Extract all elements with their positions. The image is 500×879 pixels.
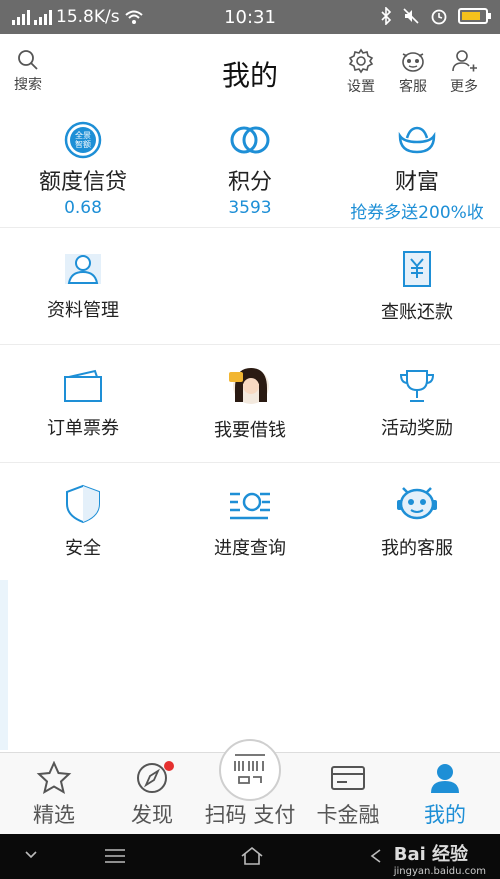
bill-yuan-icon xyxy=(403,251,431,287)
profile-management[interactable]: 资料管理 xyxy=(0,250,166,322)
points-value: 3593 xyxy=(228,198,272,218)
credit-badge-icon: 全景智额 xyxy=(64,121,102,159)
bill-repayment-label: 查账还款 xyxy=(381,302,453,323)
bottom-tab-bar: 精选 发现 扫码 支付 卡金融 我的 xyxy=(0,739,500,834)
alarm-icon xyxy=(431,9,447,25)
gear-icon xyxy=(348,48,374,74)
points-item[interactable]: 积分 3593 xyxy=(167,120,333,218)
progress-inquiry[interactable]: 进度查询 xyxy=(167,486,333,560)
credit-limit-title: 额度信贷 xyxy=(38,170,127,195)
watermark-brand: Bai 经验 xyxy=(393,844,469,865)
progress-search-icon xyxy=(230,492,270,520)
shield-icon xyxy=(66,484,100,524)
tab-featured-label: 精选 xyxy=(33,803,75,827)
tab-card-finance[interactable]: 卡金融 xyxy=(303,761,393,829)
wallet-icon xyxy=(64,369,102,402)
points-rings-icon xyxy=(230,126,270,154)
wealth-item[interactable]: 财富 抢券多送200%收 xyxy=(334,120,500,223)
my-customer-service-label: 我的客服 xyxy=(381,538,453,559)
barcode-icon xyxy=(234,754,265,784)
borrow-avatar-icon xyxy=(229,368,269,404)
tab-card-finance-label: 卡金融 xyxy=(316,803,380,827)
tab-discover[interactable]: 发现 xyxy=(107,761,197,829)
watermark-url: jingyan.baidu.com xyxy=(393,866,486,877)
tab-mine-label: 我的 xyxy=(424,803,466,827)
scan-pay-button[interactable] xyxy=(219,739,281,801)
bill-repayment[interactable]: 查账还款 xyxy=(334,250,500,324)
menu-icon[interactable] xyxy=(104,848,126,864)
progress-inquiry-label: 进度查询 xyxy=(214,538,286,559)
back-icon[interactable] xyxy=(368,848,384,864)
trophy-icon xyxy=(399,370,435,402)
tab-featured[interactable]: 精选 xyxy=(9,761,99,829)
more-label: 更多 xyxy=(450,79,478,95)
status-bar: 15.8K/s 10:31 xyxy=(0,0,500,34)
customer-service-robot-icon xyxy=(397,487,437,520)
card-icon xyxy=(331,766,365,790)
service-label: 客服 xyxy=(399,79,427,95)
notification-dot xyxy=(164,761,174,771)
svg-text:智额: 智额 xyxy=(75,139,91,149)
system-nav-bar: Bai 经验 jingyan.baidu.com xyxy=(0,834,500,879)
my-customer-service[interactable]: 我的客服 xyxy=(334,480,500,560)
points-title: 积分 xyxy=(227,170,272,195)
service-button[interactable]: 客服 xyxy=(391,48,435,96)
orders-tickets-label: 订单票券 xyxy=(47,418,119,439)
gold-ingot-icon xyxy=(398,126,436,154)
divider xyxy=(0,227,500,228)
watermark: Bai 经验 jingyan.baidu.com xyxy=(394,840,486,877)
bluetooth-icon xyxy=(381,7,392,25)
tab-mine[interactable]: 我的 xyxy=(400,761,490,829)
svg-text:全景: 全景 xyxy=(75,130,91,140)
robot-icon xyxy=(402,52,424,72)
borrow-money-label: 我要借钱 xyxy=(214,420,286,441)
settings-label: 设置 xyxy=(347,79,375,95)
more-button[interactable]: 更多 xyxy=(442,48,486,96)
activity-rewards-label: 活动奖励 xyxy=(381,418,453,439)
profile-management-label: 资料管理 xyxy=(47,300,119,321)
chevron-down-icon[interactable] xyxy=(24,848,38,862)
user-icon xyxy=(431,764,459,793)
wealth-title: 财富 xyxy=(394,170,439,195)
tab-scan-pay-label: 扫码 支付 xyxy=(204,803,296,827)
credit-limit-item[interactable]: 全景 智额 额度信贷 0.68 xyxy=(0,120,166,218)
header: 搜索 我的 设置 客服 更多 xyxy=(0,34,500,106)
tab-discover-label: 发现 xyxy=(131,803,173,827)
left-edge-strip xyxy=(0,580,8,750)
tab-scan-pay[interactable]: 扫码 支付 xyxy=(195,799,305,829)
credit-limit-value: 0.68 xyxy=(64,198,102,218)
add-user-icon xyxy=(452,50,477,72)
battery-icon xyxy=(458,8,491,24)
security-label: 安全 xyxy=(65,538,101,559)
mute-icon xyxy=(403,8,419,24)
borrow-money[interactable]: 我要借钱 xyxy=(167,362,333,442)
divider xyxy=(0,344,500,345)
divider xyxy=(0,462,500,463)
settings-button[interactable]: 设置 xyxy=(339,48,383,96)
status-right xyxy=(380,7,491,25)
wealth-value: 抢券多送200%收 xyxy=(350,203,484,223)
star-icon xyxy=(36,761,72,795)
user-profile-icon xyxy=(65,254,101,284)
orders-tickets[interactable]: 订单票券 xyxy=(0,368,166,440)
activity-rewards[interactable]: 活动奖励 xyxy=(334,368,500,440)
summary-row: 全景 智额 额度信贷 0.68 积分 3593 财富 抢券多送200%收 xyxy=(0,120,500,225)
home-icon[interactable] xyxy=(240,846,264,866)
security[interactable]: 安全 xyxy=(0,484,166,560)
